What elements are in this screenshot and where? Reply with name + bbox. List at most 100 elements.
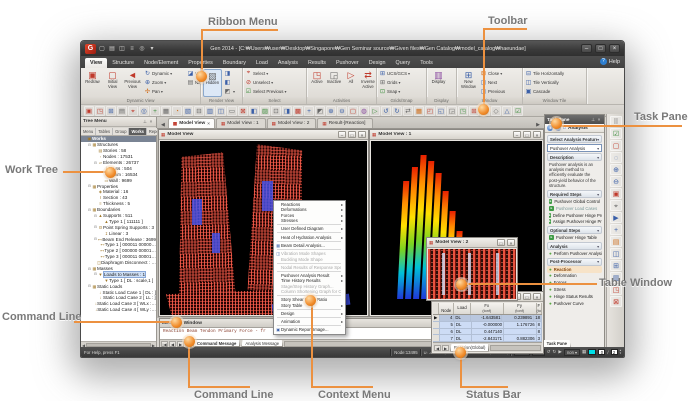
toolbar-icon[interactable]: ◔ — [172, 106, 182, 116]
stage-stepper[interactable]: ▴ ▾ — [620, 349, 621, 355]
side-tool-icon[interactable]: ☑ — [610, 128, 622, 139]
display-option-select[interactable]: non ▾ — [564, 349, 580, 356]
toolbar-icon[interactable]: ☑ — [513, 106, 523, 116]
col-node[interactable]: Node — [441, 309, 451, 314]
toolbar-icon[interactable]: ◍ — [359, 106, 369, 116]
prev-tab-icon[interactable]: ◀ — [169, 341, 176, 347]
model-view-title-bar[interactable]: ▦ Model View – □ × — [159, 130, 368, 140]
ribbon-tab[interactable]: Query — [391, 58, 416, 68]
side-tool-icon[interactable]: ◫ — [610, 248, 622, 259]
ribbon-tab[interactable]: Results — [303, 58, 331, 68]
task-step-link[interactable]: ● Hinge Status Results — [547, 293, 602, 300]
toolbar-icon[interactable]: ↺ — [381, 106, 391, 116]
toolbar-icon[interactable]: ⊟ — [194, 106, 204, 116]
toolbar-icon[interactable]: ⊕ — [326, 106, 336, 116]
spin-down-icon[interactable]: ▾ — [620, 352, 621, 355]
task-step-link[interactable]: ▸ Define Pushover Hinge Properties — [547, 212, 602, 219]
analysis-feature-select[interactable]: Pushover Analysis ▾ — [547, 144, 602, 152]
ribbon-big-button[interactable]: ▣ Redraw — [83, 69, 102, 97]
ribbon-big-button[interactable]: ▢ Initial View — [103, 69, 122, 97]
section-required-steps[interactable]: Required Steps ▾ — [547, 190, 602, 198]
toolbar-icon[interactable]: ◱ — [436, 106, 446, 116]
side-tool-icon[interactable]: ▶ — [610, 212, 622, 223]
new-file-icon[interactable]: ▢ — [98, 44, 106, 54]
close-icon[interactable]: × — [358, 131, 366, 138]
message-tab[interactable]: Analysis Message — [241, 340, 283, 347]
toolbar-icon[interactable]: ▦ — [161, 106, 171, 116]
toolbar-icon[interactable]: ▩ — [293, 106, 303, 116]
toolbar-icon[interactable]: ↻ — [392, 106, 402, 116]
table-row[interactable]: 5 DL -0.000000 1.176726 8 — [433, 322, 542, 329]
color-swatch[interactable] — [588, 349, 596, 355]
tab-scroll-left-icon[interactable]: ◀ — [159, 122, 167, 128]
ribbon-tab[interactable]: Structure — [107, 58, 139, 68]
ribbon-big-button[interactable]: ⇄ Inverse Active — [360, 69, 376, 97]
task-step-link[interactable]: ● Pushover Curve — [547, 300, 602, 307]
minimize-icon[interactable]: – — [338, 131, 346, 138]
side-tool-icon[interactable]: ⊖ — [610, 176, 622, 187]
ribbon-small-button[interactable]: ⊟ Tile Horizontally — [525, 69, 565, 78]
ribbon-big-button[interactable]: ▥ Display — [429, 69, 448, 97]
toolbar-icon[interactable]: ⌖ — [128, 106, 138, 116]
toolbar-icon[interactable]: △ — [502, 106, 512, 116]
toolbar-icon[interactable]: ▷ — [370, 106, 380, 116]
tree-tab[interactable]: Menu — [81, 128, 96, 135]
toolbar-icon[interactable]: ⊞ — [106, 106, 116, 116]
table-row[interactable]: ▶ 4 DL -1.643581 0.239891 18 — [433, 315, 542, 322]
toolbar-icon[interactable]: ◇ — [491, 106, 501, 116]
toolbar-icon[interactable]: ◲ — [447, 106, 457, 116]
mdi-tab[interactable]: ▦ Model View × — [168, 118, 215, 128]
toolbar-icon[interactable]: ⇄ — [403, 106, 413, 116]
toolbar-icon[interactable]: ◎ — [139, 106, 149, 116]
ribbon-tab[interactable]: View — [85, 58, 107, 68]
close-icon[interactable]: × — [148, 119, 154, 124]
ribbon-small-button[interactable]: ⌖ Select ▾ — [245, 69, 286, 78]
preview-icon[interactable]: ◎ — [138, 44, 146, 54]
ribbon-small-button[interactable]: ◩ ▾ — [224, 87, 235, 96]
toolbar-icon[interactable]: ▭ — [227, 106, 237, 116]
task-step-link[interactable]: ▸ Pushover Load Cases — [547, 205, 602, 212]
maximize-icon[interactable]: □ — [523, 131, 531, 138]
row-selector[interactable] — [433, 322, 440, 328]
side-tool-icon[interactable]: ◌ — [610, 152, 622, 163]
toolbar-icon[interactable]: ◧ — [249, 106, 259, 116]
next-tab-icon[interactable]: ▶ — [177, 341, 184, 347]
context-menu-item[interactable]: Buckling Mode Shape ▸ — [274, 256, 345, 261]
ribbon-tab[interactable]: Load — [251, 58, 273, 68]
ribbon-big-button[interactable]: ⊞ New Window — [459, 69, 478, 97]
context-menu-item[interactable]: Column Shortening Graph for C.S... ▸ — [274, 289, 345, 294]
sheet-prev-icon[interactable]: ◀ — [434, 345, 441, 351]
undo-view-icon[interactable]: ↺ — [547, 349, 551, 355]
side-tool-icon[interactable]: ▢ — [610, 140, 622, 151]
row-selector[interactable] — [433, 329, 440, 335]
tree-item[interactable]: ↓ Static Load Case 4 [ WLy :… — [81, 307, 156, 313]
tree-tab[interactable]: Works — [129, 128, 146, 135]
ribbon-small-button[interactable]: ☑ Select Previous ▾ — [245, 87, 286, 96]
toolbar-icon[interactable]: ▧ — [183, 106, 193, 116]
qat-customize-icon[interactable]: ▾ — [148, 44, 156, 54]
toolbar-icon[interactable]: ◩ — [315, 106, 325, 116]
ribbon-small-button[interactable]: ◨ — [224, 69, 235, 78]
task-step-link[interactable]: ▸ Pushover Global Control — [547, 198, 602, 205]
open-file-icon[interactable]: ▤ — [108, 44, 116, 54]
table-hscrollbar[interactable] — [490, 345, 541, 351]
toolbar-icon[interactable]: ◰ — [425, 106, 435, 116]
toolbar-icon[interactable]: ▥ — [205, 106, 215, 116]
first-tab-icon[interactable]: |◀ — [161, 341, 168, 347]
mdi-tab[interactable]: ▦ Model View : 1 — [216, 118, 266, 128]
toolbar-icon[interactable]: + — [150, 106, 160, 116]
ribbon-small-button[interactable]: ▣ Cascade — [525, 87, 565, 96]
stage-total-field[interactable]: 2 — [611, 349, 618, 355]
ribbon-tab[interactable]: Tools — [415, 58, 438, 68]
sheet-next-icon[interactable]: ▶ — [442, 345, 449, 351]
section-optional-steps[interactable]: Optional Steps ▾ — [547, 226, 602, 234]
ribbon-small-button[interactable]: ⊕ Zoom ▾ — [144, 78, 185, 87]
close-icon[interactable]: × — [533, 131, 541, 138]
context-menu-item[interactable]: Animation ▸ — [274, 319, 345, 324]
table-row[interactable]: 6 DL 0.447140 8 — [433, 329, 542, 336]
play-icon[interactable]: ▶ — [558, 349, 562, 355]
ribbon-tab[interactable]: Analysis — [273, 58, 303, 68]
context-menu-item[interactable]: Heat of Hydration Analysis ▸ — [274, 234, 345, 239]
minimize-icon[interactable]: – — [513, 131, 521, 138]
close-icon[interactable]: × — [596, 117, 602, 122]
